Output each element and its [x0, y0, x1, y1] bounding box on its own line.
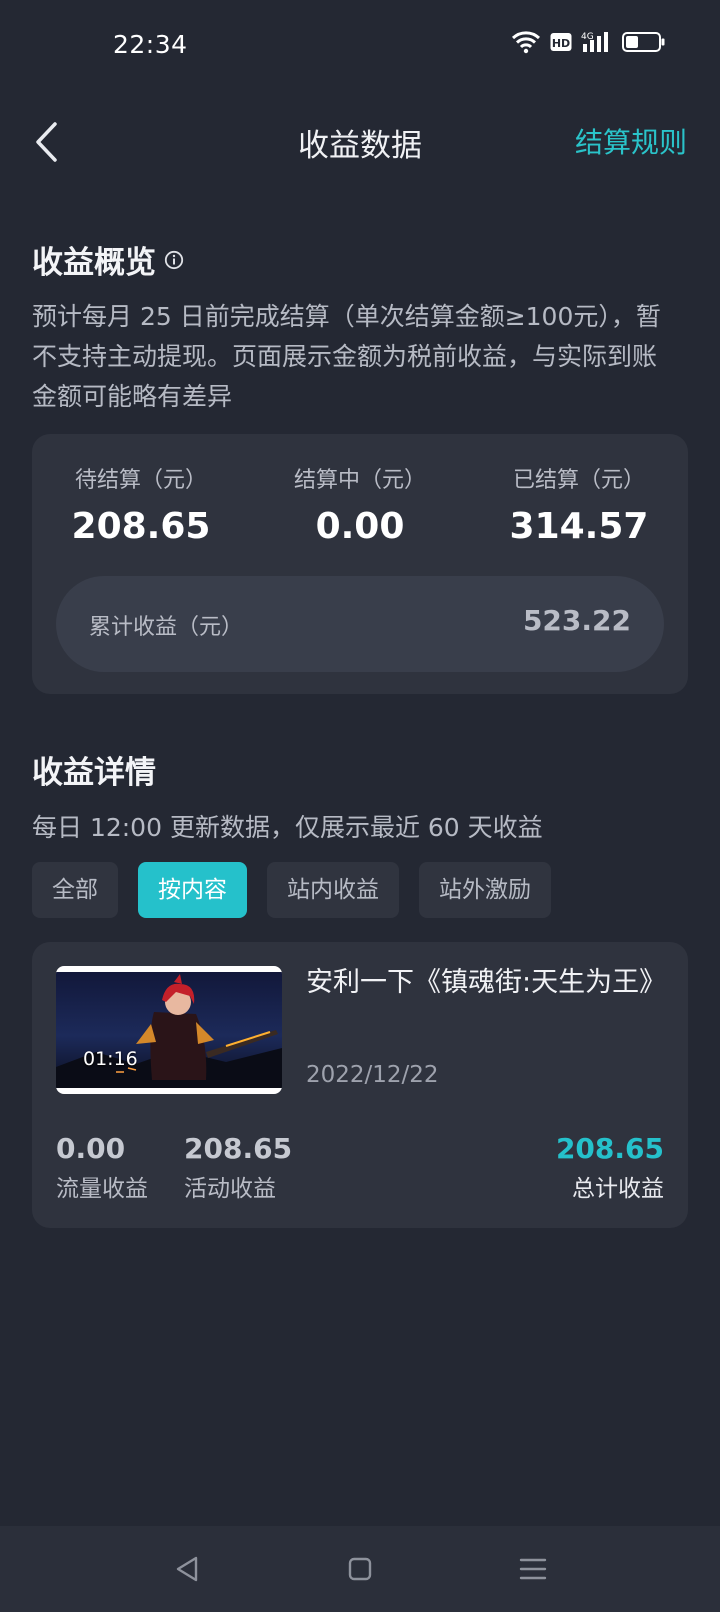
activity-income-label: 活动收益 [184, 1176, 276, 1202]
cumulative-income-box: 累计收益（元） 523.22 [56, 576, 664, 672]
overview-description: 预计每月 25 日前完成结算（单次结算金额≥100元），暂不支持主动提现。页面展… [32, 302, 661, 411]
cumulative-income-value: 523.22 [522, 604, 631, 637]
video-thumbnail[interactable]: 01:16 [56, 966, 282, 1094]
signal-4g-icon: 4G [581, 32, 608, 52]
traffic-income-value: 0.00 [56, 1132, 126, 1165]
tab-onsite-income[interactable]: 站内收益 [267, 862, 399, 918]
system-nav-bar [0, 1526, 720, 1612]
stat-value: 314.57 [509, 506, 649, 547]
settlement-rules-link[interactable]: 结算规则 [575, 121, 687, 161]
total-income-value: 208.65 [555, 1132, 664, 1165]
traffic-income-label: 流量收益 [56, 1176, 148, 1202]
overview-card: 待结算（元） 208.65 结算中（元） 0.00 已结算（元） 314.57 … [32, 434, 688, 694]
content-date: 2022/12/22 [306, 1062, 439, 1088]
thumbnail-image [56, 972, 282, 1088]
square-home-icon[interactable] [343, 1552, 377, 1586]
total-income: 208.65 总计收益 [556, 1132, 664, 1203]
triangle-back-icon[interactable] [170, 1552, 204, 1586]
tab-all[interactable]: 全部 [32, 862, 118, 918]
hd-label: HD [552, 37, 570, 50]
tab-offsite-incentive[interactable]: 站外激励 [419, 862, 551, 918]
info-icon[interactable] [164, 250, 184, 270]
nav-bar: 收益数据 结算规则 [0, 100, 720, 184]
status-time: 22:34 [113, 30, 188, 59]
stat-label: 已结算（元） [512, 468, 645, 493]
cumulative-income-label: 累计收益（元） [89, 615, 244, 640]
stat-value: 208.65 [71, 506, 211, 547]
status-bar: 22:34 HD 4G [0, 0, 720, 90]
stat-label: 结算中（元） [293, 468, 426, 493]
traffic-income: 0.00 流量收益 [56, 1132, 148, 1203]
content-income-card[interactable]: 01:16 安利一下《镇魂街:天生为王》 2022/12/22 0.00 流量收… [32, 942, 688, 1228]
battery-icon [622, 32, 665, 52]
activity-income: 208.65 活动收益 [184, 1132, 292, 1203]
menu-lines-icon[interactable] [516, 1552, 550, 1586]
status-icons: HD 4G [511, 30, 666, 54]
details-description: 每日 12:00 更新数据，仅展示最近 60 天收益 [32, 813, 543, 842]
total-income-label: 总计收益 [572, 1176, 664, 1202]
stat-settled: 已结算（元） 314.57 [470, 462, 688, 547]
stat-value: 0.00 [315, 506, 405, 547]
overview-heading: 收益概览 [32, 237, 184, 282]
filter-tabs: 全部 按内容 站内收益 站外激励 [32, 862, 551, 918]
hd-icon: HD [550, 33, 572, 51]
activity-income-value: 208.65 [184, 1132, 293, 1165]
content-title[interactable]: 安利一下《镇魂街:天生为王》 [306, 962, 666, 1004]
overview-title: 收益概览 [32, 245, 156, 281]
wifi-icon [511, 31, 541, 54]
tab-by-content[interactable]: 按内容 [138, 862, 247, 918]
details-title: 收益详情 [32, 755, 156, 791]
stat-pending: 待结算（元） 208.65 [32, 462, 250, 547]
video-duration: 01:16 [83, 1048, 138, 1070]
stat-settling: 结算中（元） 0.00 [251, 462, 469, 547]
stat-label: 待结算（元） [74, 468, 207, 493]
